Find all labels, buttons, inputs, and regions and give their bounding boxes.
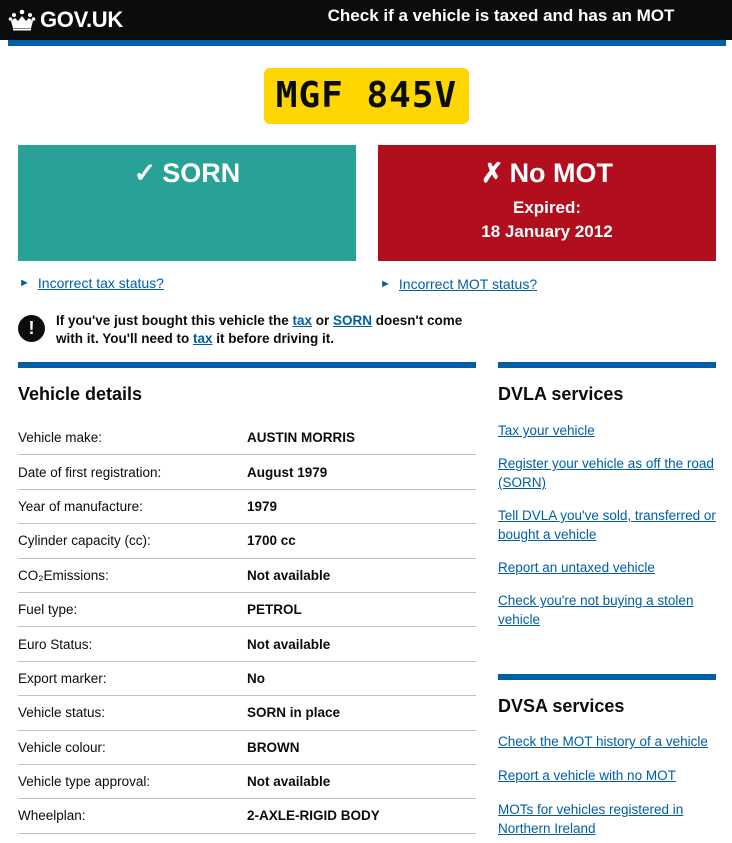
cross-icon: ✗ xyxy=(480,158,504,188)
warning-sorn-link[interactable]: SORN xyxy=(333,313,372,328)
detail-value: August 1979 xyxy=(247,464,328,480)
register-sorn-link[interactable]: Register your vehicle as off the road (S… xyxy=(498,454,716,492)
dvla-services-links: Tax your vehicle Register your vehicle a… xyxy=(498,421,716,629)
detail-value: No xyxy=(247,670,265,686)
dvla-services-rule xyxy=(498,362,716,368)
detail-row: Date of first registration: August 1979 xyxy=(18,455,476,490)
detail-row: CO₂Emissions: Not available xyxy=(18,559,476,593)
detail-value: SORN in place xyxy=(247,705,341,721)
mot-expired-label: Expired: xyxy=(512,198,582,217)
detail-label: Vehicle status: xyxy=(18,705,106,721)
detail-label: Fuel type: xyxy=(18,602,78,618)
detail-row: Cylinder capacity (cc): 1700 cc xyxy=(18,524,476,559)
crown-icon xyxy=(8,9,36,31)
detail-label: Vehicle type approval: xyxy=(18,774,151,790)
warning-text-part: or xyxy=(312,313,334,328)
warning-tax-link[interactable]: tax xyxy=(293,313,313,328)
detail-row: Vehicle make: AUSTIN MORRIS xyxy=(18,421,476,456)
tell-dvla-link[interactable]: Tell DVLA you've sold, transferred or bo… xyxy=(498,506,716,544)
dvsa-services-links: Check the MOT history of a vehicle Repor… xyxy=(498,732,716,838)
tick-icon: ✓ xyxy=(133,158,157,188)
detail-label: CO₂Emissions: xyxy=(18,567,109,583)
detail-value: Not available xyxy=(247,774,331,790)
detail-row: Fuel type: PETROL xyxy=(18,593,476,628)
govuk-home-link[interactable]: GOV.UK xyxy=(40,6,123,34)
detail-row: Euro Status: Not available xyxy=(18,627,476,662)
detail-value: 1979 xyxy=(247,498,278,514)
detail-value: AUSTIN MORRIS xyxy=(247,430,355,446)
vehicle-details-rule xyxy=(18,362,476,368)
incorrect-mot-details[interactable]: ► Incorrect MOT status? xyxy=(380,276,537,292)
mot-expiry-date: 18 January 2012 xyxy=(481,222,613,241)
warning-text: If you've just bought this vehicle the t… xyxy=(56,312,478,348)
incorrect-mot-link[interactable]: Incorrect MOT status? xyxy=(399,276,537,292)
detail-row: Export marker: No xyxy=(18,662,476,697)
detail-row: Year of manufacture: 1979 xyxy=(18,490,476,525)
detail-row: Vehicle type approval: Not available xyxy=(18,765,476,800)
mot-northern-ireland-link[interactable]: MOTs for vehicles registered in Northern… xyxy=(498,800,716,838)
warning-tax-link-2[interactable]: tax xyxy=(193,331,213,346)
warning-text-part: If you've just bought this vehicle the xyxy=(56,313,293,328)
vehicle-details-list: Vehicle make: AUSTIN MORRIS Date of first … xyxy=(18,421,476,834)
warning-text-part: it before driving it. xyxy=(212,331,334,346)
check-stolen-link[interactable]: Check you're not buying a stolen vehicle xyxy=(498,591,716,629)
detail-value: 1700 cc xyxy=(247,533,296,549)
triangle-right-icon: ► xyxy=(380,278,391,290)
dvsa-services-rule xyxy=(498,674,716,680)
detail-row: Wheelplan: 2-AXLE-RIGID BODY xyxy=(18,799,476,834)
warning-notice: ! If you've just bought this vehicle the… xyxy=(18,312,478,348)
detail-label: Cylinder capacity (cc): xyxy=(18,533,151,549)
triangle-right-icon: ► xyxy=(19,277,30,289)
detail-label: Year of manufacture: xyxy=(18,498,143,514)
detail-row: Vehicle status: SORN in place xyxy=(18,696,476,731)
detail-value: Not available xyxy=(247,567,331,583)
mot-status-box: ✗ No MOT Expired: 18 January 2012 xyxy=(378,145,716,261)
tax-status-label: SORN xyxy=(162,158,241,188)
detail-label: Export marker: xyxy=(18,670,107,686)
detail-label: Euro Status: xyxy=(18,636,93,652)
exclamation-icon: ! xyxy=(18,315,45,342)
site-header: GOV.UK Check if a vehicle is taxed and h… xyxy=(0,0,732,40)
service-title: Check if a vehicle is taxed and has an M… xyxy=(327,6,675,25)
report-no-mot-link[interactable]: Report a vehicle with no MOT xyxy=(498,766,716,785)
dvsa-services-title: DVSA services xyxy=(498,696,625,716)
registration-plate: MGF 845V xyxy=(264,68,469,124)
detail-label: Date of first registration: xyxy=(18,464,162,480)
tax-vehicle-link[interactable]: Tax your vehicle xyxy=(498,421,716,440)
tax-status-box: ✓ SORN xyxy=(18,145,356,261)
incorrect-tax-details[interactable]: ► Incorrect tax status? xyxy=(19,275,164,291)
mot-status-label: No MOT xyxy=(509,158,614,188)
detail-label: Vehicle colour: xyxy=(18,739,106,755)
detail-value: BROWN xyxy=(247,739,300,755)
vehicle-details-title: Vehicle details xyxy=(18,384,143,404)
detail-row: Vehicle colour: BROWN xyxy=(18,731,476,765)
detail-label: Wheelplan: xyxy=(18,808,86,824)
header-rule xyxy=(8,40,726,46)
detail-value: Not available xyxy=(247,636,331,652)
report-untaxed-link[interactable]: Report an untaxed vehicle xyxy=(498,558,716,577)
mot-history-link[interactable]: Check the MOT history of a vehicle xyxy=(498,732,716,751)
detail-value: PETROL xyxy=(247,602,302,618)
detail-value: 2-AXLE-RIGID BODY xyxy=(247,808,380,824)
incorrect-tax-link[interactable]: Incorrect tax status? xyxy=(38,275,164,291)
dvla-services-title: DVLA services xyxy=(498,384,624,404)
detail-label: Vehicle make: xyxy=(18,430,103,446)
